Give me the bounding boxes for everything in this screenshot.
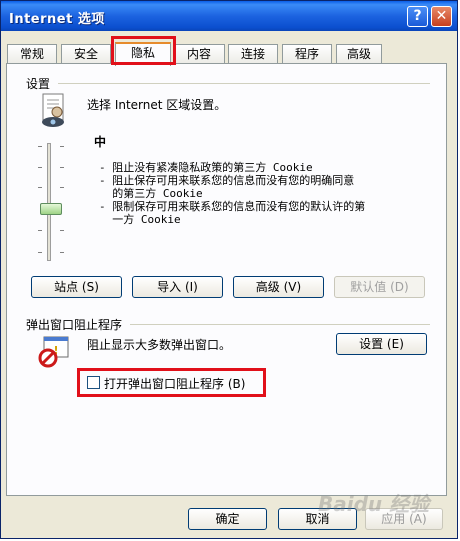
help-button[interactable]: ? (407, 6, 428, 27)
settings-group-label: 设置 (26, 77, 51, 91)
slider-tick (38, 187, 42, 188)
slider-tick (60, 167, 64, 168)
popup-blocker-checkbox-label[interactable]: 打开弹出窗口阻止程序 (B) (104, 375, 245, 392)
tab-programs[interactable]: 程序 (282, 44, 332, 64)
import-button[interactable]: 导入 (I) (132, 276, 223, 298)
privacy-settings-icon (40, 93, 70, 129)
title-bar[interactable]: Internet 选项 ? ✕ (1, 1, 457, 31)
slider-tick (38, 252, 42, 253)
policy-line: - 阻止没有紧凑隐私政策的第三方 Cookie (99, 161, 313, 174)
ok-button[interactable]: 确定 (188, 508, 267, 530)
privacy-slider-thumb[interactable] (40, 203, 62, 215)
slider-tick (38, 146, 42, 147)
policy-line: - 阻止保存可用来联系您的信息而没有您的明确同意 (99, 174, 355, 187)
popup-blocked-icon: ! (37, 335, 71, 369)
window-title: Internet 选项 (9, 12, 105, 27)
policy-line: 一方 Cookie (99, 213, 181, 226)
privacy-slider-track[interactable] (47, 143, 51, 261)
popup-blocker-checkbox[interactable] (87, 376, 100, 389)
popup-description: 阻止显示大多数弹出窗口。 (87, 338, 232, 352)
tab-security[interactable]: 安全 (61, 44, 111, 64)
tab-connections[interactable]: 连接 (228, 44, 278, 64)
policy-line: 的第三方 Cookie (99, 187, 203, 200)
tab-general[interactable]: 常规 (7, 44, 57, 64)
popup-settings-button[interactable]: 设置 (E) (336, 333, 427, 355)
settings-group-divider (58, 83, 430, 84)
settings-description: 选择 Internet 区域设置。 (87, 98, 227, 112)
default-button: 默认值 (D) (334, 276, 425, 298)
sites-button[interactable]: 站点 (S) (31, 276, 122, 298)
tab-advanced[interactable]: 高级 (336, 44, 382, 64)
tab-privacy[interactable]: 隐私 (115, 42, 171, 66)
close-button[interactable]: ✕ (431, 6, 452, 27)
slider-tick (38, 230, 42, 231)
slider-tick (60, 252, 64, 253)
privacy-level-label: 中 (94, 135, 107, 149)
popup-group-label: 弹出窗口阻止程序 (26, 318, 123, 332)
slider-tick (60, 187, 64, 188)
popup-group-divider (130, 324, 430, 325)
slider-tick (60, 230, 64, 231)
tab-strip: 常规 安全 隐私 内容 连接 程序 高级 (7, 42, 451, 66)
advanced-button[interactable]: 高级 (V) (233, 276, 324, 298)
tab-content[interactable]: 内容 (173, 44, 225, 64)
slider-tick (38, 167, 42, 168)
baidu-watermark: Baidu 经验 (318, 492, 430, 516)
policy-line: - 限制保存可用来联系您的信息而没有您的默认许的第 (99, 200, 366, 213)
privacy-policy-description: - 阻止没有紧凑隐私政策的第三方 Cookie - 阻止保存可用来联系您的信息而没… (99, 161, 365, 226)
slider-tick (60, 146, 64, 147)
